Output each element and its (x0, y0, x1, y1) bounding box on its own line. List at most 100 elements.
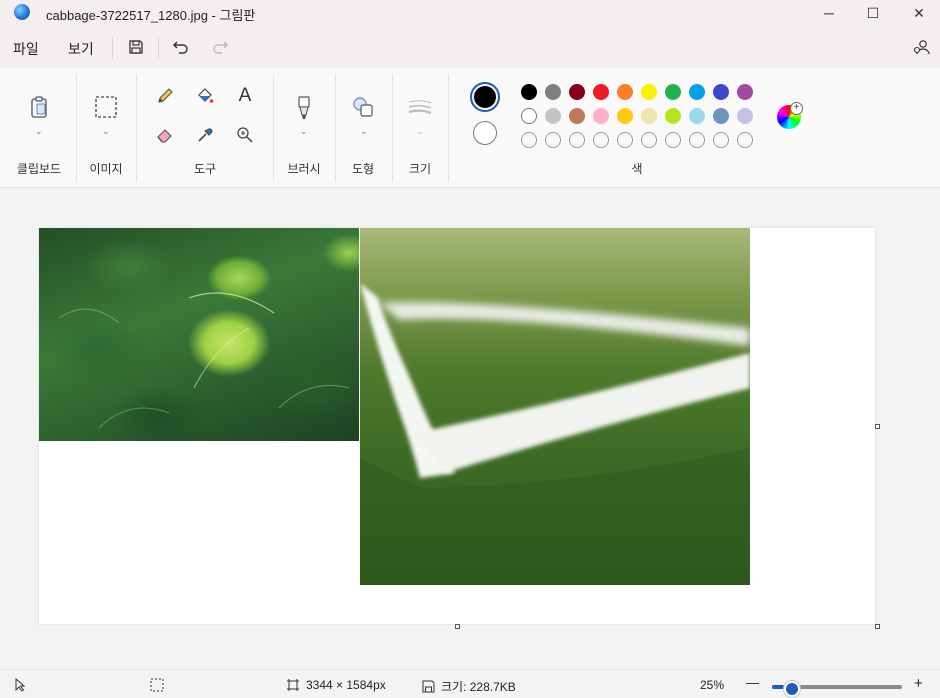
fill-bucket-icon[interactable] (195, 86, 215, 106)
menu-divider (112, 37, 113, 59)
custom-color-slot[interactable] (617, 132, 633, 148)
secondary-color-swatch[interactable] (473, 121, 497, 145)
canvas-area[interactable] (0, 188, 940, 668)
palette-color-swatch[interactable] (545, 108, 561, 124)
custom-color-slot[interactable] (545, 132, 561, 148)
selection-icon[interactable] (94, 95, 118, 119)
file-size-text: 크기: 228.7KB (441, 680, 516, 694)
size-group-label: 크기 (408, 162, 432, 176)
brushes-group-label: 브러시 (287, 162, 321, 176)
custom-color-slot[interactable] (593, 132, 609, 148)
zoom-slider[interactable] (772, 681, 902, 697)
canvas-size-text: 3344 × 1584px (306, 678, 386, 692)
title-bar: cabbage-3722517_1280.jpg - 그림판 ─ ☐ ✕ (0, 0, 940, 26)
tools-group-label: 도구 (193, 162, 217, 176)
group-divider (136, 74, 137, 182)
drawing-canvas[interactable] (39, 228, 875, 624)
group-divider (76, 74, 77, 182)
stroke-size-icon[interactable] (407, 97, 433, 117)
chevron-down-icon[interactable]: ⌄ (35, 126, 43, 137)
resize-handle-right[interactable] (875, 424, 880, 429)
eraser-icon[interactable] (155, 125, 175, 145)
menu-divider (158, 37, 159, 59)
save-icon[interactable] (126, 37, 146, 57)
color-picker-icon[interactable] (195, 125, 215, 145)
pointer-position-icon (14, 678, 26, 692)
redo-icon[interactable] (210, 37, 230, 57)
clipboard-icon[interactable] (27, 94, 51, 120)
view-menu[interactable]: 보기 (68, 39, 94, 59)
custom-color-slot[interactable] (689, 132, 705, 148)
primary-color-swatch[interactable] (470, 82, 500, 112)
resize-handle-bottom[interactable] (455, 624, 460, 629)
palette-color-swatch[interactable] (689, 108, 705, 124)
colors-group-label: 색 (631, 162, 643, 176)
group-divider (335, 74, 336, 182)
group-divider (448, 74, 449, 182)
palette-color-swatch[interactable] (665, 108, 681, 124)
shapes-group-label: 도형 (351, 162, 375, 176)
maximize-button[interactable]: ☐ (850, 0, 896, 26)
menu-bar: 파일 보기 (0, 26, 940, 68)
pencil-icon[interactable] (155, 86, 175, 106)
palette-color-swatch[interactable] (737, 84, 753, 100)
save-icon (422, 680, 435, 693)
chevron-down-icon[interactable]: ⌄ (360, 126, 368, 137)
paint-app-icon (14, 4, 30, 20)
zoom-out-button[interactable]: — (746, 675, 759, 690)
account-icon[interactable] (912, 37, 932, 57)
window-title: cabbage-3722517_1280.jpg - 그림판 (46, 8, 256, 23)
add-icon: + (790, 102, 803, 115)
custom-color-slot[interactable] (713, 132, 729, 148)
image-group-label: 이미지 (89, 162, 123, 176)
palette-color-swatch[interactable] (593, 84, 609, 100)
custom-color-slot[interactable] (521, 132, 537, 148)
zoom-level[interactable]: 25% (700, 678, 724, 692)
custom-color-slot[interactable] (665, 132, 681, 148)
group-divider (392, 74, 393, 182)
clipboard-group-label: 클립보드 (16, 162, 62, 176)
selection-size-icon (150, 678, 164, 692)
status-bar: 3344 × 1584px 크기: 228.7KB 25% — + (0, 669, 940, 698)
palette-color-swatch[interactable] (737, 108, 753, 124)
palette-color-swatch[interactable] (713, 108, 729, 124)
chevron-down-icon[interactable]: ⌄ (102, 126, 110, 137)
shapes-icon[interactable] (351, 95, 375, 119)
brush-icon[interactable] (293, 94, 315, 122)
palette-color-swatch[interactable] (617, 108, 633, 124)
minimize-button[interactable]: ─ (806, 0, 852, 26)
ribbon-toolbar: ⌄ 클립보드 ⌄ 이미지 A 도구 ⌄ 브러시 ⌄ 도형 ⌄ 크기 + 색 (0, 68, 940, 188)
palette-color-swatch[interactable] (665, 84, 681, 100)
custom-color-slot[interactable] (737, 132, 753, 148)
custom-color-slot[interactable] (641, 132, 657, 148)
palette-color-swatch[interactable] (593, 108, 609, 124)
group-divider (273, 74, 274, 182)
canvas-size-indicator: 3344 × 1584px (286, 678, 386, 692)
undo-icon[interactable] (171, 37, 191, 57)
file-menu[interactable]: 파일 (13, 39, 39, 59)
canvas-size-icon (287, 679, 299, 691)
resize-handle-corner[interactable] (875, 624, 880, 629)
zoom-slider-thumb[interactable] (783, 681, 800, 697)
edit-colors-icon[interactable]: + (776, 102, 803, 130)
grass-field-image (360, 228, 750, 585)
palette-color-swatch[interactable] (521, 108, 537, 124)
file-size-indicator: 크기: 228.7KB (422, 678, 516, 695)
palette-color-swatch[interactable] (545, 84, 561, 100)
palette-color-swatch[interactable] (713, 84, 729, 100)
palette-color-swatch[interactable] (641, 84, 657, 100)
palette-color-swatch[interactable] (617, 84, 633, 100)
palette-color-swatch[interactable] (521, 84, 537, 100)
cabbage-image (39, 228, 359, 441)
chevron-down-icon[interactable]: ⌄ (416, 126, 424, 137)
zoom-in-button[interactable]: + (914, 675, 923, 692)
chevron-down-icon[interactable]: ⌄ (300, 126, 308, 137)
palette-color-swatch[interactable] (569, 108, 585, 124)
palette-color-swatch[interactable] (641, 108, 657, 124)
magnifier-icon[interactable] (235, 125, 255, 145)
close-button[interactable]: ✕ (896, 0, 940, 26)
custom-color-slot[interactable] (569, 132, 585, 148)
palette-color-swatch[interactable] (569, 84, 585, 100)
palette-color-swatch[interactable] (689, 84, 705, 100)
text-tool-icon[interactable]: A (234, 85, 256, 107)
